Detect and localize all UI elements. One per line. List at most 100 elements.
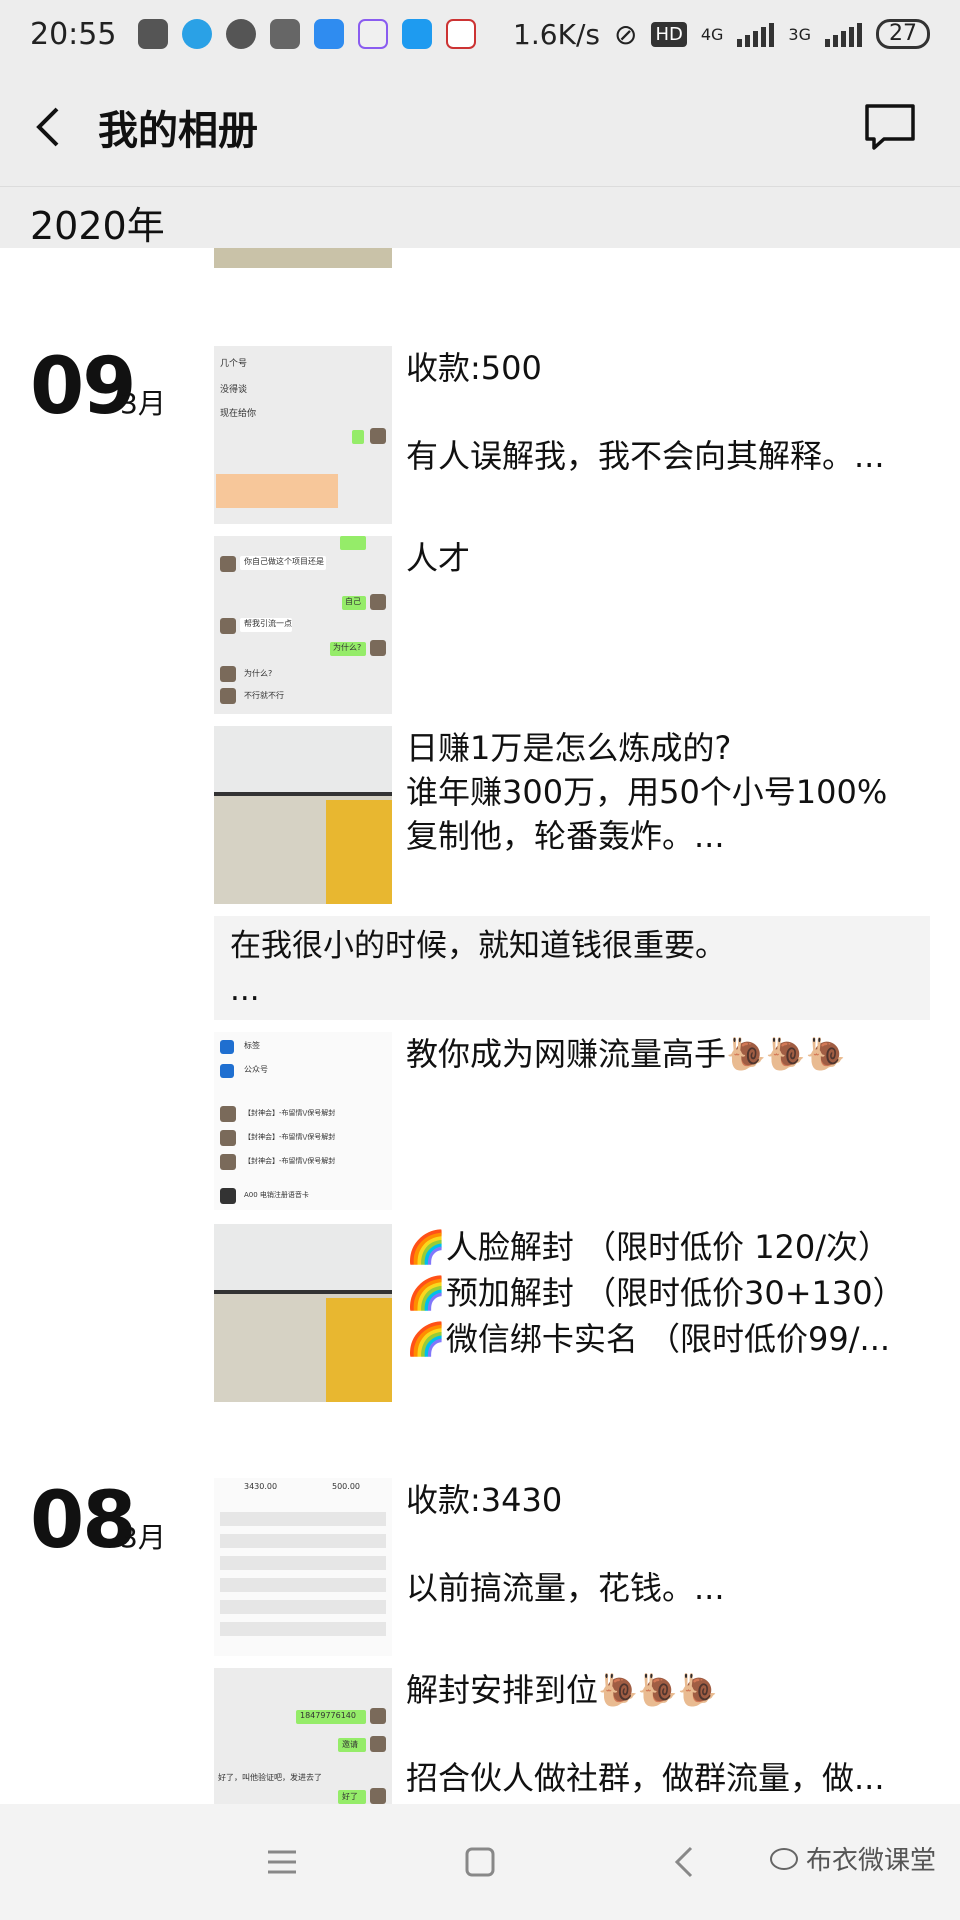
post-caption[interactable]: 教你成为网赚流量高手🐌🐌🐌 — [406, 1032, 846, 1076]
battery-indicator: 27 — [876, 19, 930, 49]
avatar — [220, 1130, 236, 1146]
thumb-line — [214, 792, 392, 796]
thumb-list-row — [220, 1534, 386, 1548]
wechat-icon — [226, 19, 257, 49]
thumb-chat-text: 好了 — [342, 1792, 358, 1801]
thumb-chat-text: 几个号 — [220, 359, 248, 369]
system-nav-bar: 布衣微课堂 — [0, 1804, 960, 1920]
thumb-list-row — [220, 1578, 386, 1592]
avatar — [220, 666, 236, 682]
photo-thumbnail[interactable] — [214, 726, 392, 904]
caption-line: 有人误解我，我不会向其解释。... — [406, 437, 885, 475]
link-icon: ⊘ — [613, 17, 638, 51]
nav-back-button[interactable] — [664, 1842, 704, 1882]
message-icon — [865, 104, 915, 150]
play-icon — [358, 19, 389, 49]
thumb-chat-text: 没得谈 — [220, 385, 248, 395]
post-caption[interactable]: 解封安排到位🐌🐌🐌 招合伙人做社群，做群流量，做... — [406, 1668, 885, 1800]
hd-badge: HD — [651, 21, 687, 47]
caption-line: 日赚1万是怎么炼成的? — [406, 729, 732, 767]
status-right: 1.6K/s ⊘ HD 4G 3G 27 — [513, 18, 930, 51]
thumb-line — [214, 1290, 392, 1294]
day-number: 09 — [30, 342, 137, 432]
post-caption[interactable]: 人才 — [406, 536, 470, 580]
qq-icon — [182, 19, 213, 49]
avatar — [220, 556, 236, 572]
avatar — [220, 1106, 236, 1122]
album-feed[interactable]: 09 3月 几个号 没得谈 现在给你 收款:500 有人误解我，我不会向其解释。… — [0, 248, 960, 1804]
thumb-region — [326, 800, 392, 904]
watermark: 布衣微课堂 — [769, 1840, 936, 1877]
net-type-2: 3G — [788, 24, 811, 44]
thumb-list-icon — [220, 1040, 234, 1054]
caption-line: 🌈微信绑卡实名 （限时低价99/... — [406, 1320, 891, 1358]
net-speed: 1.6K/s — [513, 17, 600, 51]
thumb-list-text: 【封神会】-布留情\/保号解封 — [244, 1157, 336, 1165]
notification-icons — [138, 19, 477, 49]
post-caption[interactable]: 🌈人脸解封 （限时低价 120/次） 🌈预加解封 （限时低价30+130） 🌈微… — [406, 1224, 905, 1362]
month-label: 3月 — [120, 387, 166, 420]
photo-thumbnail[interactable]: 3430.00 500.00 — [214, 1478, 392, 1656]
post-caption[interactable]: 收款:3430 以前搞流量，花钱。... — [406, 1478, 725, 1610]
thumb-list-row — [220, 1512, 386, 1526]
caption-line: 解封安排到位🐌🐌🐌 — [406, 1671, 718, 1709]
photo-thumbnail[interactable]: 18479776140 邀请 好了，叫他验证吧，发进去了 好了 — [214, 1668, 392, 1804]
avatar — [370, 1788, 386, 1804]
back-button[interactable] — [8, 68, 88, 186]
caption-line: 收款:3430 — [406, 1481, 563, 1519]
net-type-1: 4G — [700, 24, 724, 44]
year-label: 2020年 — [30, 204, 165, 248]
menu-button[interactable] — [262, 1842, 302, 1882]
avatar — [220, 688, 236, 704]
signal-2-icon — [825, 21, 862, 47]
avatar — [370, 1708, 386, 1724]
square-home-icon — [465, 1847, 495, 1877]
thumb-chat-text: 为什么? — [333, 643, 362, 652]
text-post[interactable]: 在我很小的时候，就知道钱很重要。 ... — [214, 916, 930, 1020]
title-bar: 我的相册 — [0, 68, 960, 186]
photo-thumbnail[interactable]: 你自己做这个项目还是 自己 帮我引流一点 为什么? 为什么? 不行就不行 — [214, 536, 392, 714]
avatar — [370, 1736, 386, 1752]
thumb-wallet-text: 500.00 — [332, 1482, 360, 1491]
caption-line: 招合伙人做社群，做群流量，做... — [406, 1759, 885, 1797]
thumb-list-text: 【封神会】-布留情\/保号解封 — [244, 1133, 336, 1141]
back-arrow-icon — [674, 1846, 693, 1878]
thumb-list-text: 标签 — [244, 1041, 260, 1050]
wechat-logo-icon — [769, 1847, 798, 1870]
thumb-list-text: 【封神会】-布留情\/保号解封 — [244, 1109, 336, 1117]
avatar — [220, 1154, 236, 1170]
chat-bubble — [352, 430, 364, 444]
thumb-region — [214, 1224, 392, 1294]
photo-thumbnail[interactable]: 标签 公众号 【封神会】-布留情\/保号解封 【封神会】-布留情\/保号解封 【… — [214, 1032, 392, 1210]
avatar — [370, 594, 386, 610]
avatar — [220, 618, 236, 634]
status-bar: 20:55 1.6K/s ⊘ HD 4G 3G 27 — [0, 0, 960, 68]
watermark-text: 布衣微课堂 — [805, 1846, 936, 1876]
photo-thumbnail[interactable]: 几个号 没得谈 现在给你 — [214, 346, 392, 524]
clock: 20:55 — [30, 16, 117, 52]
post-caption[interactable]: 收款:500 有人误解我，我不会向其解释。... — [406, 346, 885, 478]
caption-line: 复制他，轮番轰炸。... — [406, 817, 725, 855]
message-notify-icon — [138, 19, 169, 49]
youpin-icon — [446, 19, 477, 49]
caption-line: 以前搞流量，花钱。... — [406, 1569, 725, 1607]
post-caption[interactable]: 日赚1万是怎么炼成的? 谁年赚300万，用50个小号100% 复制他，轮番轰炸。… — [406, 726, 887, 858]
caption-line: 人才 — [406, 539, 471, 577]
thumb-region — [214, 726, 392, 796]
photo-thumbnail[interactable] — [214, 1224, 392, 1402]
photo-thumbnail-partial[interactable] — [214, 248, 392, 268]
thumb-chat-text: 你自己做这个项目还是 — [244, 557, 324, 566]
transfer-card — [216, 474, 338, 508]
thumb-chat-text: 自己 — [345, 597, 361, 606]
chevron-left-icon — [36, 107, 59, 147]
home-button[interactable] — [460, 1842, 500, 1882]
messages-button[interactable] — [860, 97, 920, 157]
thumb-list-text: A00 电销注册语音卡 — [244, 1191, 309, 1199]
signal-1-icon — [737, 21, 775, 47]
year-header: 2020年 — [0, 186, 960, 248]
thumb-wallet-text: 3430.00 — [244, 1482, 278, 1491]
chat-bubble — [340, 536, 366, 550]
app-blue-icon — [314, 19, 345, 49]
app-notes-icon — [402, 19, 433, 49]
text-post-line: 在我很小的时候，就知道钱很重要。 — [230, 928, 726, 964]
